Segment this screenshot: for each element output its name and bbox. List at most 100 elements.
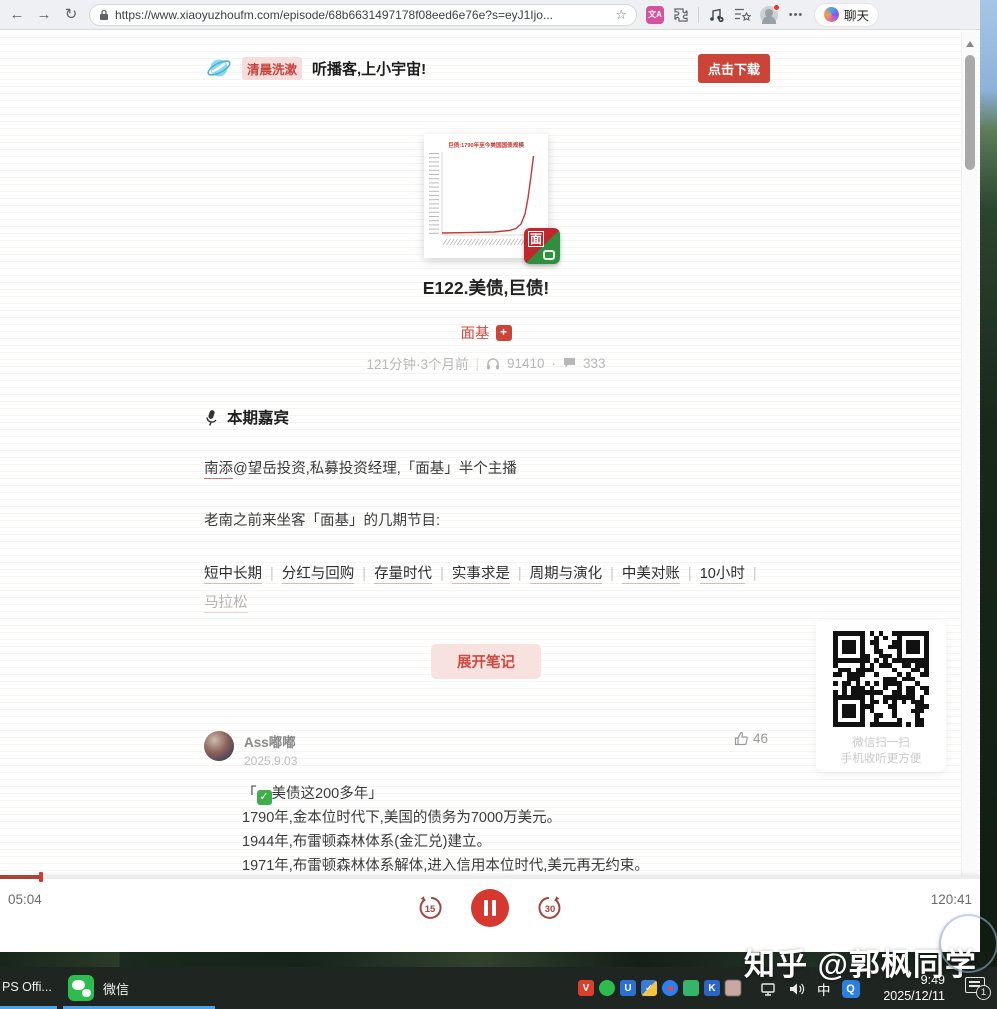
podcast-name-link[interactable]: 面基 bbox=[461, 322, 490, 343]
lock-icon bbox=[99, 9, 109, 21]
taskbar-app-wps[interactable]: PS Offi... bbox=[2, 980, 52, 994]
tray-defender-icon[interactable]: ✓ bbox=[641, 980, 657, 996]
episode-links: 短中长期|分红与回购|存量时代|实事求是|周期与演化|中美对账|10小时| 马拉… bbox=[204, 560, 768, 618]
expand-notes-button[interactable]: 展开笔记 bbox=[431, 644, 541, 679]
taskbar-app-wechat[interactable]: 微信 bbox=[68, 975, 129, 1001]
status-badge: 清晨洗漱 bbox=[242, 57, 302, 80]
media-control-icon[interactable] bbox=[708, 7, 725, 23]
profile-notification-dot bbox=[773, 4, 780, 11]
url-text[interactable]: https://www.xiaoyuzhoufm.com/episode/68b… bbox=[115, 8, 609, 22]
link-separator: | bbox=[688, 566, 692, 582]
page-scrollbar[interactable] bbox=[961, 31, 977, 875]
tray-green-app-icon[interactable] bbox=[683, 980, 699, 996]
wechat-icon bbox=[68, 975, 94, 1001]
green-check-icon: ✓ bbox=[257, 790, 272, 805]
tray-u-shield-icon[interactable]: U bbox=[620, 980, 636, 996]
episode-meta: 121分钟·3个月前 | 91410 · 333 bbox=[186, 353, 786, 373]
link-separator: | bbox=[753, 566, 757, 582]
episode-link[interactable]: 周期与演化 bbox=[530, 566, 603, 584]
comment-body: 「✓美债这200多年」 1790年,金本位时代下,美国的债务为7000万美元。1… bbox=[242, 782, 768, 875]
follow-plus-button[interactable]: + bbox=[496, 325, 512, 341]
forward-icon[interactable]: → bbox=[35, 4, 53, 26]
podcast-row: 面基 + bbox=[186, 322, 786, 343]
xiaoyuzhou-planet-logo[interactable] bbox=[206, 55, 232, 81]
comment-line: 1944年,布雷顿森林体系(金汇兑)建立。 bbox=[242, 830, 768, 854]
microphone-icon bbox=[204, 409, 219, 426]
system-tray: V U ✓ K bbox=[578, 980, 741, 996]
back-icon[interactable]: ← bbox=[8, 4, 26, 26]
rewind-15-button[interactable]: 15 bbox=[415, 893, 445, 923]
tray-k-app-icon[interactable]: K bbox=[704, 980, 720, 996]
commenter-avatar[interactable] bbox=[204, 731, 234, 761]
tray-wechat-icon[interactable] bbox=[599, 980, 615, 996]
extensions-puzzle-icon[interactable] bbox=[673, 7, 689, 23]
episode-link[interactable]: 存量时代 bbox=[374, 566, 432, 584]
site-header: 清晨洗漱 听播客,上小宇宙! 点击下载 bbox=[186, 50, 786, 86]
duration-age-text: 121分钟·3个月前 bbox=[366, 353, 468, 373]
guests-section-heading: 本期嘉宾 bbox=[204, 406, 786, 428]
progress-track[interactable] bbox=[0, 875, 980, 879]
site-slogan: 听播客,上小宇宙! bbox=[312, 58, 426, 79]
guest-name-link[interactable]: 南添 bbox=[204, 461, 233, 479]
bookmark-star-icon[interactable]: ☆ bbox=[615, 7, 627, 23]
mianji-podcast-logo: 面 bbox=[524, 228, 560, 264]
link-separator: | bbox=[518, 566, 522, 582]
refresh-icon[interactable]: ↻ bbox=[62, 4, 80, 26]
episode-link-wrapped[interactable]: 马拉松 bbox=[204, 595, 248, 613]
comment-quote-line: 「✓美债这200多年」 bbox=[242, 782, 768, 806]
webpage: 清晨洗漱 听播客,上小宇宙! 点击下载 巨债:1790年至今美国国债规模 面 E… bbox=[0, 31, 980, 875]
tray-sogou-icon[interactable]: V bbox=[578, 980, 594, 996]
more-menu-icon[interactable]: ••• bbox=[787, 4, 805, 26]
episode-link[interactable]: 分红与回购 bbox=[282, 566, 355, 584]
link-separator: | bbox=[362, 566, 366, 582]
copilot-chat-button[interactable]: 聊天 bbox=[814, 3, 879, 27]
profile-avatar-icon[interactable] bbox=[760, 6, 778, 24]
episode-title: E122.美债,巨债! bbox=[186, 275, 786, 300]
episode-link[interactable]: 短中长期 bbox=[204, 566, 262, 584]
comment-lines: 1790年,金本位时代下,美国的债务为7000万美元。1944年,布雷顿森林体系… bbox=[242, 806, 768, 875]
scroll-up-arrow[interactable] bbox=[966, 41, 974, 47]
guest-intro: 南添@望岳投资,私募投资经理,「面基」半个主播 bbox=[204, 458, 768, 480]
headphones-icon bbox=[486, 357, 500, 370]
episode-link[interactable]: 实事求是 bbox=[452, 566, 510, 584]
scrollbar-thumb[interactable] bbox=[965, 55, 975, 170]
forward-30-button[interactable]: 30 bbox=[535, 893, 565, 923]
favorites-list-icon[interactable] bbox=[734, 7, 751, 22]
notification-badge: 1 bbox=[976, 985, 991, 1000]
watermark-cat-avatar bbox=[941, 916, 996, 971]
link-separator: | bbox=[610, 566, 614, 582]
screen: ← → ↻ https://www.xiaoyuzhoufm.com/episo… bbox=[0, 0, 997, 1009]
content-column: 清晨洗漱 听播客,上小宇宙! 点击下载 巨债:1790年至今美国国债规模 面 E… bbox=[186, 31, 786, 875]
cover-chart-title: 巨债:1790年至今美国国债规模 bbox=[448, 141, 524, 149]
tray-compass-icon[interactable] bbox=[662, 980, 678, 996]
like-button[interactable]: 46 bbox=[734, 731, 768, 746]
browser-toolbar: ← → ↻ https://www.xiaoyuzhoufm.com/episo… bbox=[0, 0, 980, 30]
play-count: 91410 bbox=[507, 356, 545, 371]
comment-bubble-icon bbox=[563, 357, 576, 369]
commenter-name[interactable]: Ass嘟嘟 bbox=[244, 731, 297, 751]
tray-blurred-icon[interactable] bbox=[725, 980, 741, 996]
qr-card: 微信扫一扫 手机收听更方便 bbox=[816, 620, 946, 772]
progress-handle[interactable] bbox=[39, 872, 43, 882]
episode-cover[interactable]: 巨债:1790年至今美国国债规模 面 bbox=[424, 134, 548, 258]
progress-played bbox=[0, 875, 41, 879]
volume-icon[interactable] bbox=[789, 982, 806, 996]
svg-text:30: 30 bbox=[545, 904, 556, 915]
episode-link[interactable]: 中美对账 bbox=[622, 566, 680, 584]
toolbar-divider bbox=[698, 7, 699, 23]
qr-caption: 微信扫一扫 手机收听更方便 bbox=[827, 735, 935, 767]
link-separator: | bbox=[440, 566, 444, 582]
pause-button[interactable] bbox=[471, 889, 509, 927]
comment-line: 1790年,金本位时代下,美国的债务为7000万美元。 bbox=[242, 806, 768, 830]
download-button[interactable]: 点击下载 bbox=[698, 54, 770, 83]
svg-text:15: 15 bbox=[425, 904, 436, 915]
clock-date: 2025/12/11 bbox=[883, 988, 945, 1004]
comment-date: 2025.9.03 bbox=[244, 754, 297, 768]
address-bar[interactable]: https://www.xiaoyuzhoufm.com/episode/68b… bbox=[89, 4, 637, 26]
copilot-icon bbox=[824, 7, 839, 22]
episode-link[interactable]: 10小时 bbox=[700, 566, 745, 584]
desktop-wallpaper-right bbox=[980, 0, 997, 967]
translate-extension-icon[interactable]: 文A bbox=[646, 6, 664, 24]
qr-pattern bbox=[833, 631, 929, 727]
wechat-label: 微信 bbox=[103, 979, 129, 998]
